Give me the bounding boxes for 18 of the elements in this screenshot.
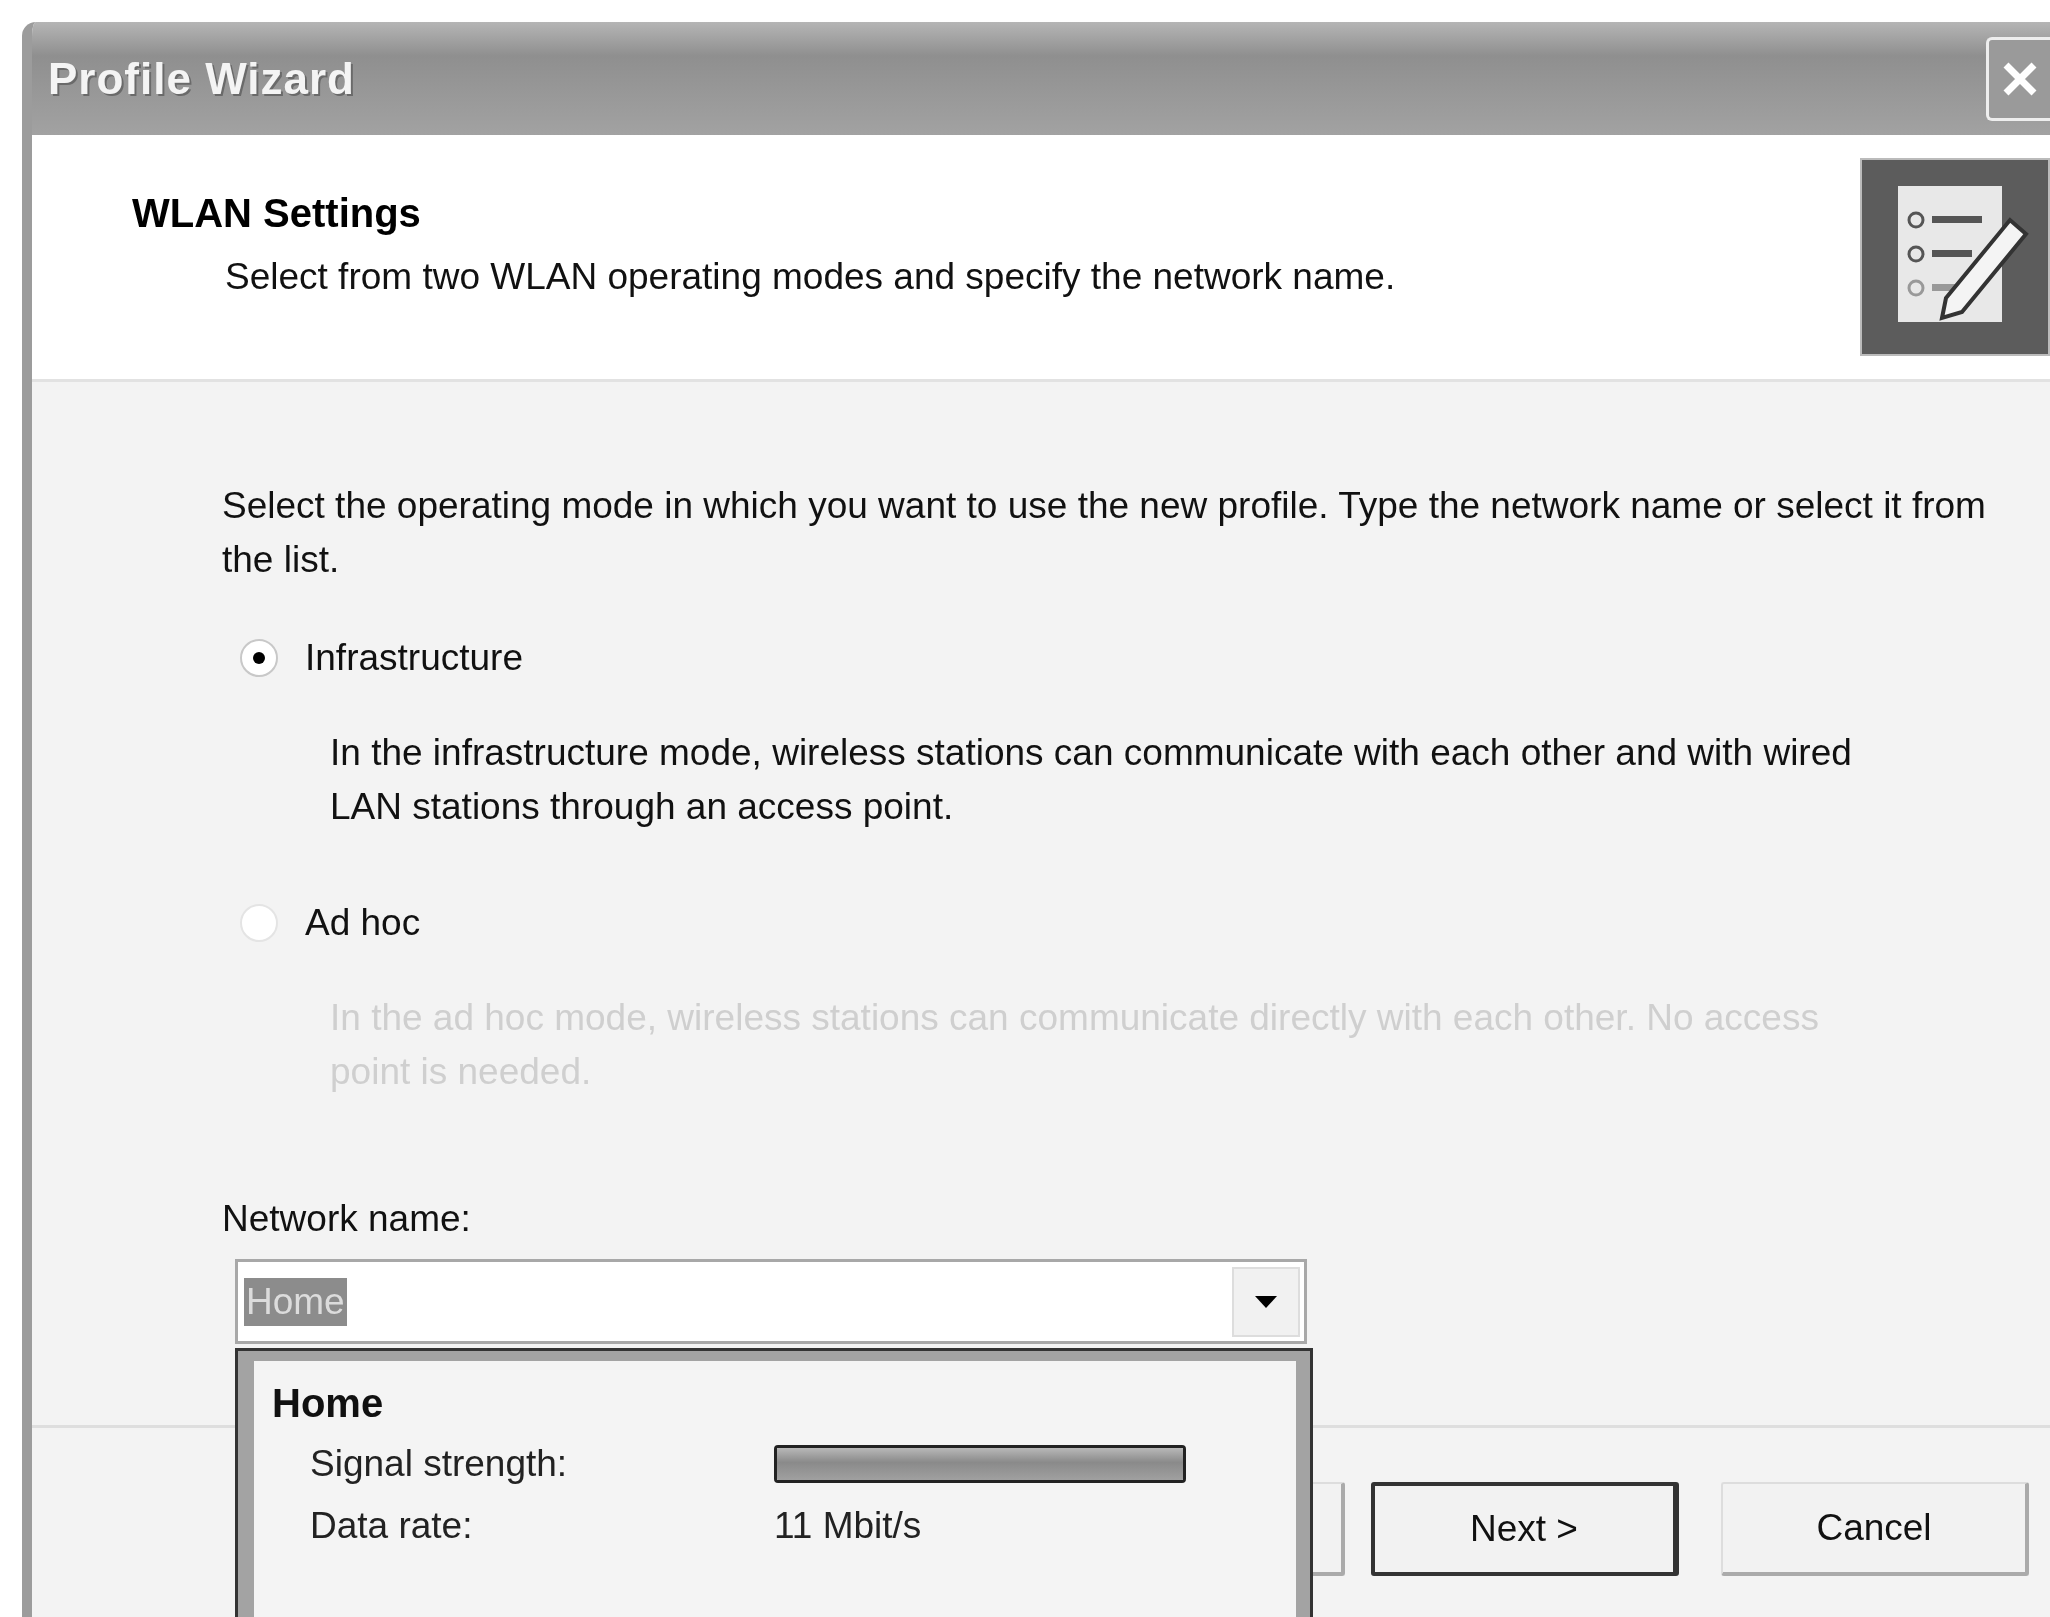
wizard-button[interactable]: Cancel <box>1721 1482 2029 1576</box>
dropdown-button[interactable] <box>1232 1266 1300 1337</box>
field-label: Network name: <box>222 1197 472 1241</box>
field-label: Data rate: <box>310 1504 474 1549</box>
instruction-text: Select the operating mode in which you want to use the new profile. Type the network name or select it from the list. <box>222 484 1987 582</box>
field-label: Signal strength: <box>310 1442 569 1487</box>
caret-icon <box>1255 1295 1277 1308</box>
page-title: WLAN Settings <box>132 190 422 237</box>
close-button[interactable] <box>1986 36 2050 121</box>
radio-label[interactable]: Infrastructure <box>305 630 523 686</box>
field-value: 11 Mbit/s <box>774 1504 923 1549</box>
combo-value: Home <box>244 1277 347 1326</box>
radio-button[interactable] <box>240 639 278 677</box>
mode-description: In the infrastructure mode, wireless stations can communicate with each other and with wired LAN stations through an access point. <box>330 731 1853 829</box>
window-title: Profile Wizard <box>48 52 355 105</box>
page-subtitle: Select from two WLAN operating modes and specify the network name. <box>225 255 1396 299</box>
network-name[interactable]: Home <box>272 1373 1296 1433</box>
wizard-button[interactable]: Next > <box>1371 1482 1679 1576</box>
